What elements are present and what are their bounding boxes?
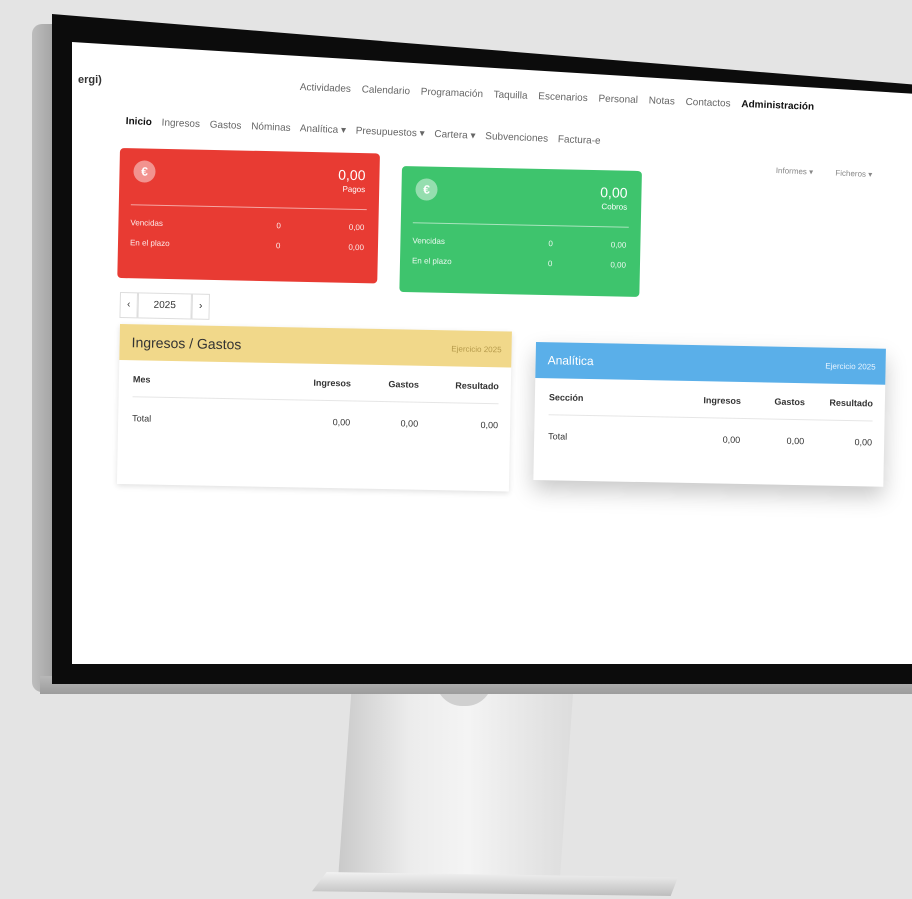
row-resultado: 0,00: [854, 437, 873, 448]
subnav-presupuestos-dropdown[interactable]: Presupuestos ▾: [355, 126, 424, 140]
year-selector: ‹ 2025 ›: [119, 292, 210, 320]
analitica-table: Sección Ingresos Gastos Resultado Total …: [548, 392, 873, 447]
row-total-label: Total: [548, 431, 568, 442]
pagos-label: Pagos: [342, 184, 366, 195]
year-value: 2025: [137, 292, 192, 320]
nav-programacion[interactable]: Programación: [421, 87, 484, 100]
subnav-nominas[interactable]: Nóminas: [251, 121, 291, 134]
row-count: 0: [276, 221, 281, 231]
subnav-analitica-dropdown[interactable]: Analítica ▾: [300, 123, 347, 136]
exercise-label: Ejercicio 2025: [451, 344, 502, 355]
nav-personal[interactable]: Personal: [598, 93, 638, 106]
cobros-en-plazo-row: En el plazo 0 0,00: [412, 256, 626, 269]
cobros-amount: 0,00: [600, 184, 628, 201]
subnav-cartera-dropdown[interactable]: Cartera ▾: [434, 129, 476, 142]
panel-title: Ingresos / Gastos: [131, 334, 242, 353]
admin-subnavigation: Inicio Ingresos Gastos Nóminas Analítica…: [126, 116, 608, 147]
table-row: Total 0,00 0,00 0,00: [548, 415, 872, 447]
informes-dropdown[interactable]: Informes ▾: [776, 166, 814, 177]
row-label: En el plazo: [129, 238, 170, 249]
cobros-label: Cobros: [601, 202, 628, 212]
row-count: 0: [547, 259, 553, 269]
row-ingresos: 0,00: [332, 417, 351, 428]
nav-escenarios[interactable]: Escenarios: [538, 91, 588, 104]
nav-administracion[interactable]: Administración: [741, 99, 814, 113]
row-count: 0: [275, 241, 281, 251]
nav-actividades[interactable]: Actividades: [300, 82, 352, 95]
row-gastos: 0,00: [400, 418, 419, 429]
panel-title: Analítica: [547, 353, 594, 369]
col-mes: Mes: [132, 374, 151, 385]
nav-taquilla[interactable]: Taquilla: [493, 89, 527, 101]
monitor-screen: ergi) Actividades Calendario Programació…: [72, 42, 912, 664]
row-value: 0,00: [610, 260, 627, 270]
exercise-label: Ejercicio 2025: [825, 361, 876, 372]
panel-header: Analítica Ejercicio 2025: [535, 342, 886, 385]
cobros-card[interactable]: € 0,00 Cobros Vencidas 0 0,00 En el plaz…: [399, 166, 642, 297]
subnav-ingresos[interactable]: Ingresos: [161, 118, 200, 131]
nav-contactos[interactable]: Contactos: [685, 97, 730, 110]
row-ingresos: 0,00: [722, 434, 741, 445]
pagos-vencidas-row: Vencidas 0 0,00: [130, 218, 364, 232]
row-value: 0,00: [610, 240, 627, 250]
monitor-base: [312, 872, 678, 896]
pagos-amount: 0,00: [338, 166, 366, 184]
row-label: En el plazo: [411, 256, 452, 267]
subnav-subvenciones[interactable]: Subvenciones: [485, 131, 548, 145]
row-value: 0,00: [348, 242, 365, 253]
app-brand[interactable]: ergi): [78, 74, 102, 86]
row-label: Vencidas: [412, 236, 445, 246]
analitica-panel: Analítica Ejercicio 2025 Sección Ingreso…: [533, 342, 886, 487]
subnav-gastos[interactable]: Gastos: [210, 120, 242, 132]
col-resultado: Resultado: [829, 397, 873, 409]
pagos-en-plazo-row: En el plazo 0 0,00: [130, 238, 364, 252]
report-dropdowns: Informes ▾ Ficheros ▾: [776, 166, 893, 180]
ingresos-gastos-panel: Ingresos / Gastos Ejercicio 2025 Mes Ing…: [116, 324, 512, 492]
col-resultado: Resultado: [455, 380, 499, 392]
row-resultado: 0,00: [480, 419, 499, 431]
row-value: 0,00: [348, 222, 365, 233]
euro-icon: €: [133, 160, 156, 183]
card-divider: [412, 222, 629, 228]
ficheros-dropdown[interactable]: Ficheros ▾: [835, 168, 872, 179]
top-navigation: Actividades Calendario Programación Taqu…: [300, 82, 823, 113]
ingresos-gastos-table: Mes Ingresos Gastos Resultado Total 0,00…: [132, 374, 499, 430]
next-year-button[interactable]: ›: [191, 293, 210, 320]
cobros-vencidas-row: Vencidas 0 0,00: [412, 236, 626, 249]
row-gastos: 0,00: [786, 435, 805, 447]
col-ingresos: Ingresos: [313, 377, 351, 389]
euro-icon: €: [415, 178, 438, 201]
row-total-label: Total: [132, 413, 152, 424]
row-label: Vencidas: [130, 218, 163, 228]
monitor-stand: [338, 680, 574, 880]
nav-notas[interactable]: Notas: [648, 95, 675, 107]
nav-calendario[interactable]: Calendario: [361, 84, 410, 97]
col-ingresos: Ingresos: [703, 395, 742, 406]
panel-header: Ingresos / Gastos Ejercicio 2025: [119, 324, 512, 368]
col-gastos: Gastos: [388, 379, 419, 390]
col-seccion: Sección: [548, 392, 584, 403]
prev-year-button[interactable]: ‹: [119, 292, 138, 319]
col-gastos: Gastos: [774, 396, 805, 408]
pagos-card[interactable]: € 0,00 Pagos Vencidas 0 0,00 En el plazo…: [117, 148, 380, 284]
card-divider: [130, 204, 367, 211]
row-count: 0: [548, 239, 553, 249]
subnav-inicio[interactable]: Inicio: [126, 116, 153, 128]
subnav-factura-e[interactable]: Factura-e: [558, 134, 601, 147]
